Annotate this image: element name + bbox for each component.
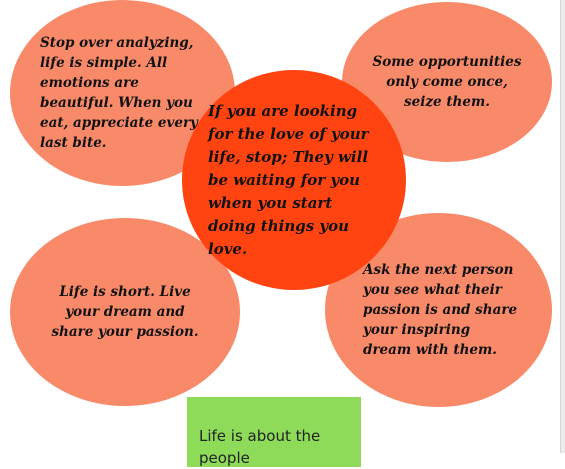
quote-text: Some opportunities only come once, seize… bbox=[372, 54, 522, 110]
quote-text: Stop over analyzing, life is simple. All… bbox=[40, 35, 198, 151]
quote-text: Life is short. Live your dream and share… bbox=[51, 284, 199, 340]
quote-bubble-center-love: If you are looking for the love of your … bbox=[182, 70, 406, 290]
scrollbar[interactable] bbox=[560, 0, 565, 453]
note-text: Life is about the people bbox=[199, 427, 321, 467]
quote-text: If you are looking for the love of your … bbox=[208, 101, 369, 258]
quote-text: Ask the next person you see what their p… bbox=[363, 262, 518, 358]
note-box: Life is about the people bbox=[187, 397, 361, 467]
